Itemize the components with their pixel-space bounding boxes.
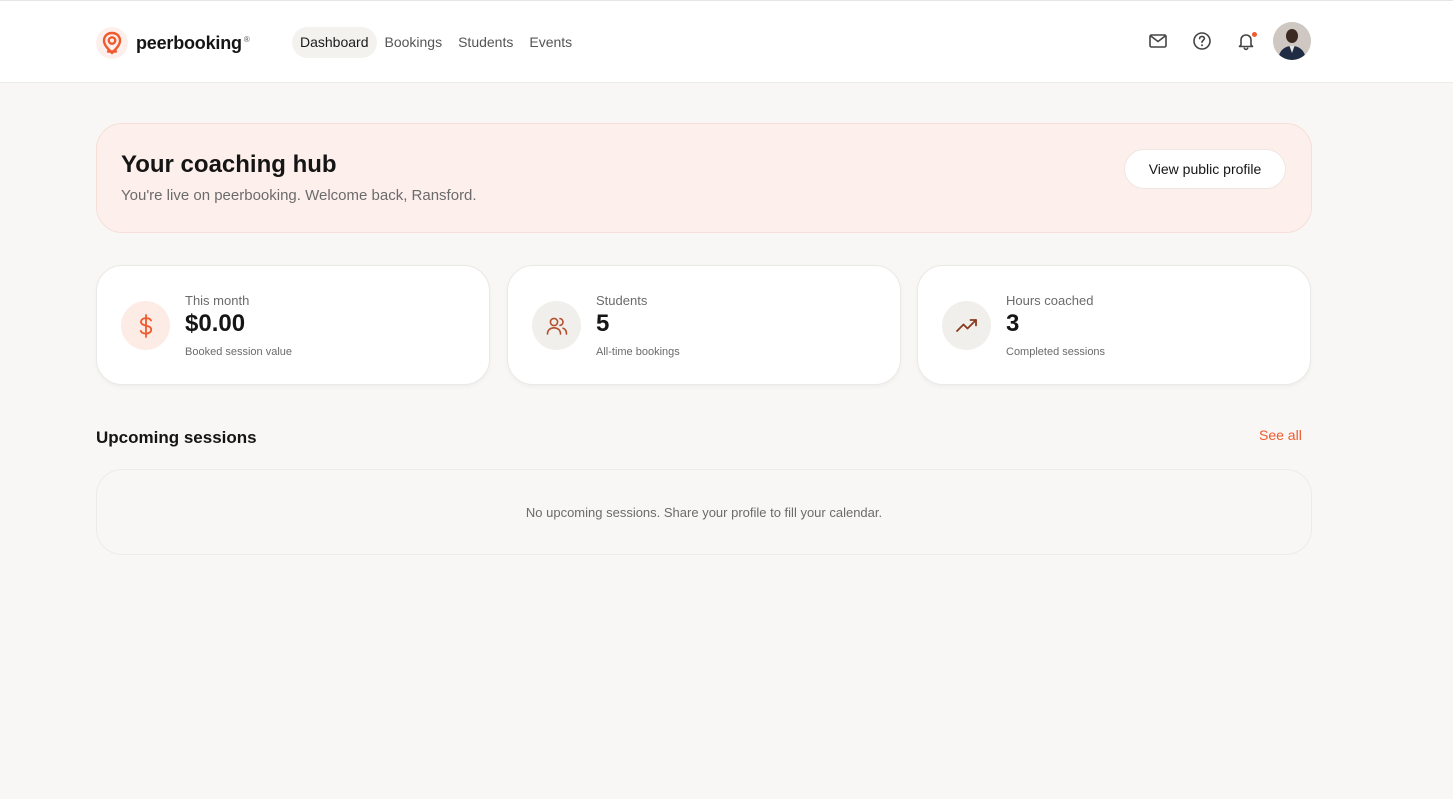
header-actions xyxy=(1136,21,1311,61)
stat-label: Hours coached xyxy=(1006,293,1094,308)
registered-mark: ® xyxy=(243,34,250,44)
stat-label: Students xyxy=(596,293,648,308)
stat-card-hours-coached: Hours coached 3 Completed sessions xyxy=(917,265,1311,385)
welcome-message: You're live on peerbooking. Welcome back… xyxy=(121,187,477,204)
nav-item-events[interactable]: Events xyxy=(521,27,580,58)
page-title: Your coaching hub xyxy=(121,151,337,178)
nav-item-dashboard[interactable]: Dashboard xyxy=(292,27,377,58)
stat-label: This month xyxy=(185,293,250,308)
stat-note: All-time bookings xyxy=(596,346,680,358)
empty-state-message: No upcoming sessions. Share your profile… xyxy=(525,505,883,520)
nav-item-students[interactable]: Students xyxy=(450,27,521,58)
brand-name: peerbooking ® xyxy=(136,32,250,53)
peerbooking-logo-icon xyxy=(96,27,128,59)
avatar[interactable] xyxy=(1273,22,1311,60)
stat-note: Booked session value xyxy=(185,346,293,358)
view-public-profile-button[interactable]: View public profile xyxy=(1124,149,1286,189)
stat-note: Completed sessions xyxy=(1006,346,1106,358)
see-all-link[interactable]: See all xyxy=(1259,427,1302,443)
upcoming-sessions-empty-state: No upcoming sessions. Share your profile… xyxy=(96,469,1312,555)
dollar-icon xyxy=(121,301,170,350)
nav-item-bookings[interactable]: Bookings xyxy=(377,27,451,58)
top-navigation-bar: peerbooking ® Dashboard Bookings Students… xyxy=(0,0,1453,83)
stat-value: $0.00 xyxy=(185,310,246,337)
trending-up-icon xyxy=(942,301,991,350)
coaching-hub-banner: Your coaching hub You're live on peerboo… xyxy=(96,123,1312,233)
upcoming-sessions-heading: Upcoming sessions xyxy=(96,428,257,447)
help-icon[interactable] xyxy=(1180,21,1224,61)
stat-value: 5 xyxy=(596,310,610,337)
stat-card-this-month: This month $0.00 Booked session value xyxy=(96,265,490,385)
main-nav: Dashboard Bookings Students Events xyxy=(292,27,580,58)
users-icon xyxy=(532,301,581,350)
notification-dot xyxy=(1252,32,1257,37)
stat-value: 3 xyxy=(1006,310,1020,337)
bell-icon[interactable] xyxy=(1224,21,1268,61)
mail-icon[interactable] xyxy=(1136,21,1180,61)
stat-card-students: Students 5 All-time bookings xyxy=(507,265,901,385)
brand-logo-link[interactable]: peerbooking ® xyxy=(96,23,250,63)
